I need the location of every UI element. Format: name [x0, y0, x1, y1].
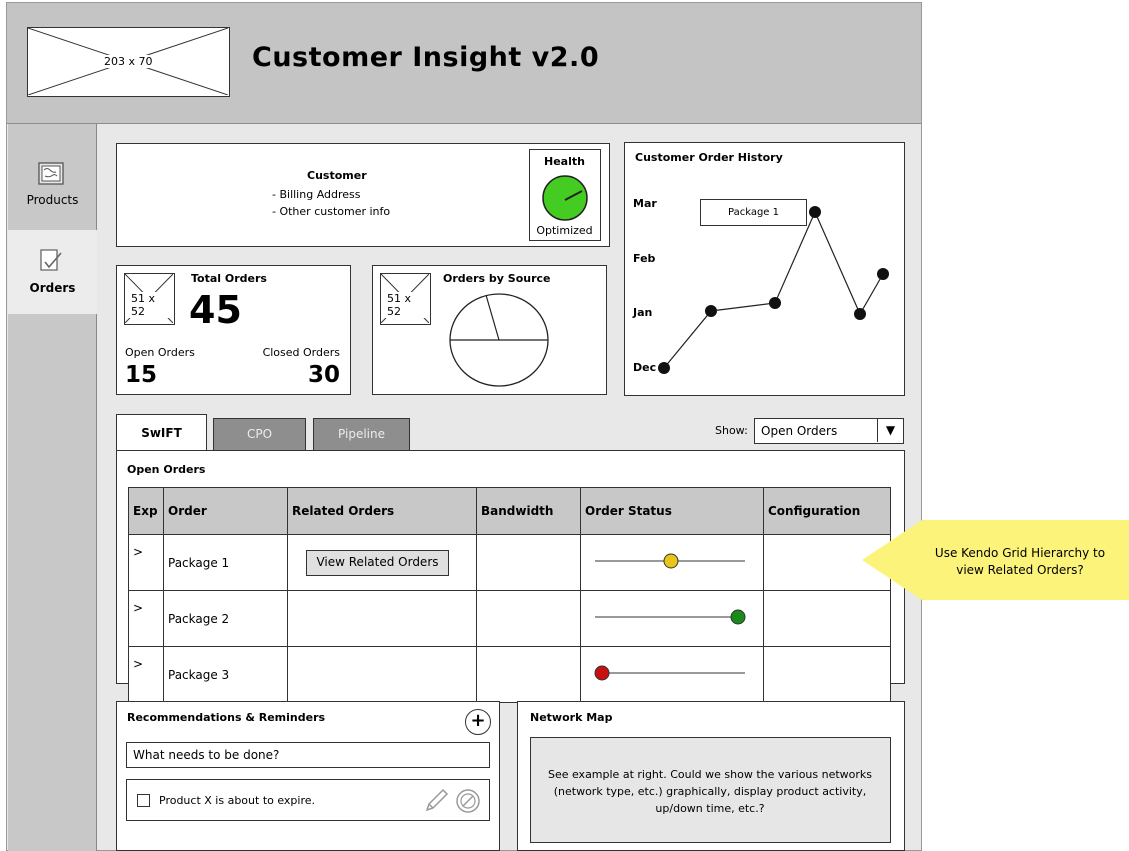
history-point [809, 206, 821, 218]
status-slider [594, 665, 745, 681]
sidebar-item-label: Products [26, 193, 79, 207]
column-header-related-orders[interactable]: Related Orders [287, 487, 477, 535]
total-orders-title: Total Orders [191, 272, 267, 285]
network-map-placeholder: See example at right. Could we show the … [530, 737, 891, 843]
chevron-down-icon[interactable]: ▼ [877, 419, 903, 442]
grid-title: Open Orders [127, 463, 206, 476]
table-row[interactable]: > Package 3 [128, 646, 891, 703]
placeholder-label: 51 x 52 [129, 292, 174, 318]
bandwidth-cell [476, 590, 581, 647]
status-slider [595, 553, 745, 569]
order-history-line-chart [658, 206, 889, 374]
view-related-orders-button[interactable]: View Related Orders [306, 549, 449, 576]
tab-swift[interactable]: SwIFT [116, 414, 207, 451]
add-reminder-button[interactable]: + [465, 709, 491, 735]
open-orders-label: Open Orders [125, 346, 195, 359]
pencil-icon[interactable] [423, 788, 449, 814]
configuration-cell [763, 646, 891, 703]
tab-cpo[interactable]: CPO [213, 418, 306, 451]
order-cell: Package 2 [163, 590, 288, 647]
closed-orders-value: 30 [307, 362, 340, 388]
column-header-order[interactable]: Order [163, 487, 288, 535]
annotation-callout-text: Use Kendo Grid Hierarchy to view Related… [934, 546, 1106, 577]
orders-by-source-title: Orders by Source [443, 272, 551, 285]
reminder-text: Product X is about to expire. [159, 794, 316, 807]
recommendations-title: Recommendations & Reminders [127, 711, 326, 724]
history-point [658, 362, 670, 374]
tab-pipeline[interactable]: Pipeline [313, 418, 410, 451]
related-orders-cell [287, 646, 477, 703]
show-select-value: Open Orders [761, 424, 838, 438]
recommendations-panel: Recommendations & Reminders + What needs… [116, 701, 500, 851]
status-indicator [730, 609, 746, 625]
orders-source-image-placeholder: 51 x 52 [380, 273, 431, 325]
history-point [854, 308, 866, 320]
column-header-exp[interactable]: Exp [128, 487, 164, 535]
show-select[interactable]: Open Orders ▼ [754, 418, 904, 444]
order-status-cell [580, 646, 764, 703]
status-slider [595, 609, 746, 625]
grid-header-row: Exp Order Related Orders Bandwidth Order… [128, 487, 891, 535]
total-orders-value: 45 [189, 288, 242, 332]
open-orders-value: 15 [125, 362, 158, 388]
history-point [769, 297, 781, 309]
expand-toggle[interactable]: > [128, 534, 164, 591]
health-gauge [542, 175, 588, 221]
history-point [705, 305, 717, 317]
expand-toggle[interactable]: > [128, 590, 164, 647]
map-icon [38, 162, 64, 185]
customer-title: Customer [307, 169, 367, 182]
order-cell: Package 3 [163, 646, 288, 703]
show-label: Show: [715, 424, 748, 437]
logo-placeholder: 203 x 70 [27, 27, 230, 97]
bandwidth-cell [476, 534, 581, 591]
total-orders-panel: 51 x 52 Total Orders 45 Open Orders 15 C… [116, 265, 351, 395]
related-orders-cell [287, 590, 477, 647]
reminder-input[interactable]: What needs to be done? [126, 742, 490, 768]
customer-panel: Customer - Billing Address - Other custo… [116, 143, 610, 247]
status-indicator [594, 665, 610, 681]
related-orders-cell: View Related Orders [287, 534, 477, 591]
sidebar-item-label: Orders [29, 281, 76, 295]
network-map-title: Network Map [530, 711, 613, 724]
customer-info-line: - Other customer info [272, 205, 391, 218]
sidebar-item-orders[interactable]: Orders [8, 230, 97, 314]
logo-placeholder-label: 203 x 70 [102, 55, 155, 68]
total-orders-image-placeholder: 51 x 52 [124, 273, 175, 325]
reminder-checkbox[interactable] [137, 794, 150, 807]
closed-orders-label: Closed Orders [262, 346, 340, 359]
placeholder-label: 51 x 52 [385, 292, 430, 318]
sidebar: Products Orders [8, 124, 97, 851]
app-title: Customer Insight v2.0 [252, 42, 600, 73]
order-status-cell [580, 534, 764, 591]
sidebar-item-products[interactable]: Products [8, 144, 97, 228]
order-history-panel: Customer Order History Mar Feb Jan Dec P… [624, 142, 905, 396]
status-indicator [663, 553, 679, 569]
order-cell: Package 1 [163, 534, 288, 591]
pie-chart [449, 293, 549, 387]
orders-by-source-panel: 51 x 52 Orders by Source [372, 265, 607, 395]
health-box: Health Optimized [529, 149, 601, 241]
network-map-panel: Network Map See example at right. Could … [517, 701, 905, 851]
cancel-icon[interactable] [455, 788, 481, 814]
list-item: Product X is about to expire. [126, 779, 490, 821]
order-status-cell [580, 590, 764, 647]
history-point [877, 268, 889, 280]
bandwidth-cell [476, 646, 581, 703]
billing-address-line: - Billing Address [272, 188, 361, 201]
health-status: Optimized [536, 224, 593, 237]
expand-toggle[interactable]: > [128, 646, 164, 703]
table-row[interactable]: > Package 1 View Related Orders [128, 534, 891, 591]
orders-grid: Exp Order Related Orders Bandwidth Order… [128, 487, 891, 703]
checklist-icon [40, 249, 62, 271]
column-header-bandwidth[interactable]: Bandwidth [476, 487, 581, 535]
network-map-note: See example at right. Could we show the … [547, 768, 873, 815]
health-title: Health [544, 155, 585, 168]
history-tooltip: Package 1 [700, 199, 807, 226]
table-row[interactable]: > Package 2 [128, 590, 891, 647]
column-header-order-status[interactable]: Order Status [580, 487, 764, 535]
